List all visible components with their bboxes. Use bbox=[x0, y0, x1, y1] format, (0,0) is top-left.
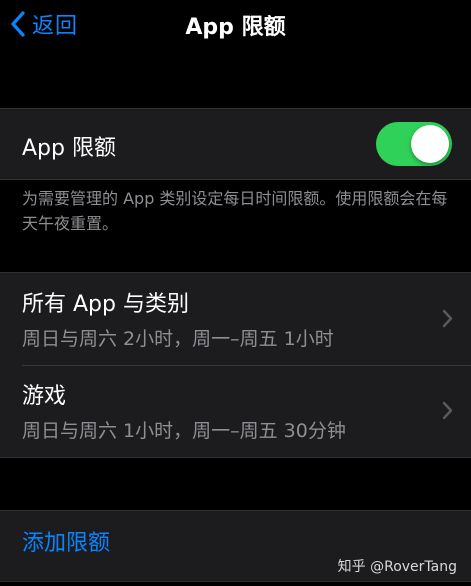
limit-title: 所有 App 与类别 bbox=[22, 292, 189, 317]
toggle-group: App 限额 bbox=[0, 108, 471, 180]
limit-title: 游戏 bbox=[22, 384, 67, 409]
toggle-label: App 限额 bbox=[22, 136, 116, 161]
app-limits-toggle[interactable] bbox=[376, 122, 452, 166]
toggle-knob bbox=[411, 125, 449, 163]
watermark: 知乎 @RoverTang bbox=[337, 559, 457, 575]
chevron-right-icon bbox=[442, 401, 453, 420]
limit-schedule: 周日与周六 2小时，周一–周五 1小时 bbox=[22, 328, 334, 350]
list-item[interactable]: 游戏 周日与周六 1小时，周一–周五 30分钟 bbox=[0, 365, 471, 457]
page-title: App 限额 bbox=[185, 15, 286, 40]
add-limit-button[interactable]: 添加限额 bbox=[22, 525, 110, 557]
limit-schedule: 周日与周六 1小时，周一–周五 30分钟 bbox=[22, 420, 346, 442]
footer-note: 为需要管理的 App 类别设定每日时间限额。使用限额会在每天午夜重置。 bbox=[22, 189, 448, 233]
list-item[interactable]: 所有 App 与类别 周日与周六 2小时，周一–周五 1小时 bbox=[0, 273, 471, 365]
navigation-bar: 返回 App 限额 bbox=[0, 0, 471, 48]
limits-list: 所有 App 与类别 周日与周六 2小时，周一–周五 1小时 游戏 周日与周六 … bbox=[0, 272, 471, 458]
row-separator bbox=[22, 365, 471, 366]
chevron-right-icon bbox=[442, 309, 453, 328]
app-limits-toggle-row: App 限额 bbox=[0, 109, 471, 179]
